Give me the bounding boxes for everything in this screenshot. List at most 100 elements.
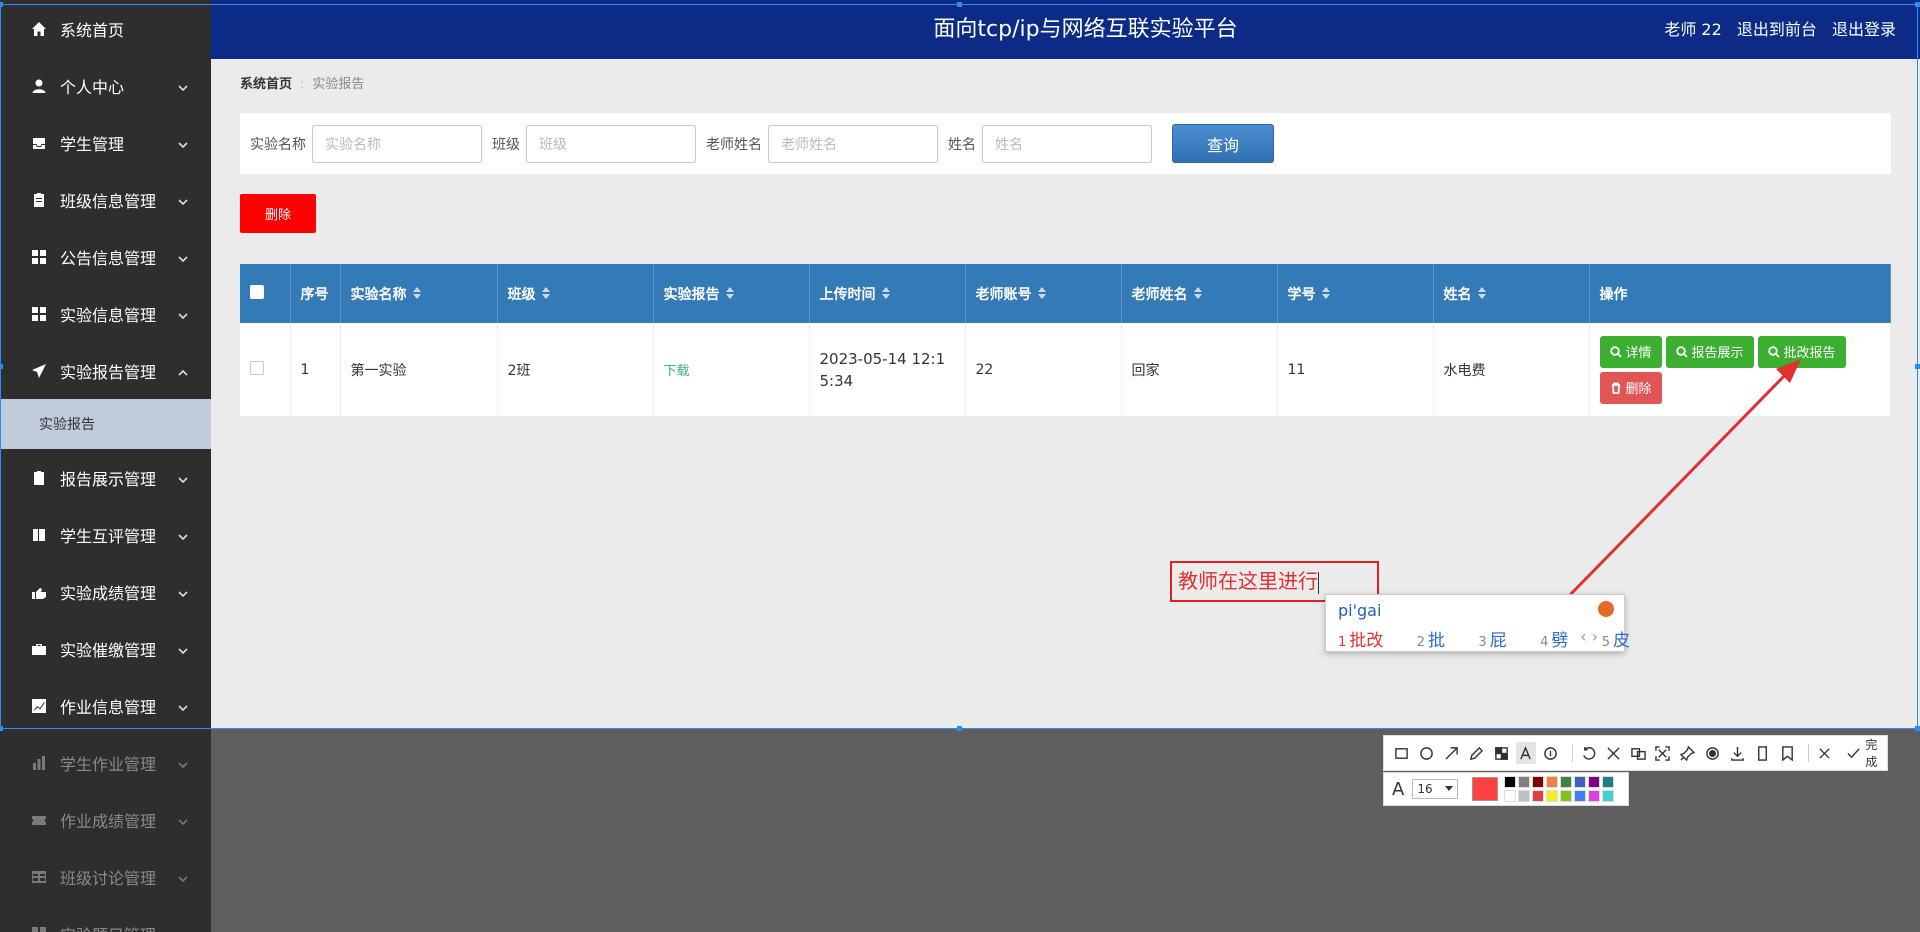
resize-handle[interactable]	[1915, 726, 1920, 731]
mosaic-icon[interactable]	[1491, 742, 1511, 764]
column-header[interactable]: 实验报告	[653, 264, 810, 323]
sort-icon[interactable]	[1477, 286, 1486, 303]
sidebar-subitem-experiment-report[interactable]: 实验报告	[0, 399, 211, 449]
text-icon[interactable]	[1516, 742, 1536, 764]
color-swatch[interactable]	[1518, 790, 1531, 802]
color-swatch[interactable]	[1602, 776, 1615, 788]
column-header[interactable]: 姓名	[1433, 264, 1590, 323]
resize-handle[interactable]	[1915, 364, 1920, 369]
rectangle-icon[interactable]	[1392, 742, 1412, 764]
sort-icon[interactable]	[881, 286, 890, 303]
sort-icon[interactable]	[541, 286, 550, 303]
batch-delete-button[interactable]: 删除	[240, 194, 316, 233]
color-swatch[interactable]	[1546, 790, 1559, 802]
sidebar-item-experiment-reports[interactable]: 实验报告管理	[0, 342, 211, 399]
sidebar-item-report-display[interactable]: 报告展示管理	[0, 449, 211, 506]
save-icon[interactable]	[1727, 742, 1747, 764]
row-delete-button[interactable]: 删除	[1599, 371, 1662, 404]
column-header[interactable]: 老师账号	[965, 264, 1122, 323]
pen-icon[interactable]	[1466, 742, 1486, 764]
ime-page-nav[interactable]: ‹ ›	[1580, 627, 1598, 646]
record-icon[interactable]	[1703, 742, 1723, 764]
sidebar-item-experiment-info[interactable]: 实验信息管理	[0, 285, 211, 342]
resize-handle[interactable]	[0, 2, 3, 7]
color-swatch[interactable]	[1560, 776, 1573, 788]
exit-to-frontend-link[interactable]: 退出到前台	[1737, 20, 1817, 39]
resize-handle[interactable]	[0, 726, 3, 731]
number-icon[interactable]	[1541, 742, 1561, 764]
ime-candidate[interactable]: 4劈	[1540, 631, 1582, 651]
color-swatch[interactable]	[1518, 776, 1531, 788]
resize-handle[interactable]	[1915, 2, 1920, 7]
color-swatch[interactable]	[1574, 790, 1587, 802]
undo-icon[interactable]	[1579, 742, 1599, 764]
ime-candidate[interactable]: 3屁	[1478, 631, 1520, 651]
sort-icon[interactable]	[412, 286, 421, 303]
download-link[interactable]: 下载	[664, 364, 690, 379]
color-swatch[interactable]	[1560, 790, 1573, 802]
ocr-icon[interactable]	[1603, 742, 1623, 764]
color-swatch[interactable]	[1532, 776, 1545, 788]
color-swatch[interactable]	[1532, 790, 1545, 802]
color-swatch[interactable]	[1602, 790, 1615, 802]
ime-candidate[interactable]: 1 批改	[1338, 631, 1397, 651]
sidebar-item-student-homework[interactable]: 学生作业管理	[0, 734, 211, 791]
long-shot-icon[interactable]	[1752, 742, 1772, 764]
ime-candidate[interactable]: 5皮	[1602, 631, 1644, 651]
column-header[interactable]: 班级	[497, 264, 654, 323]
sidebar-item-homework-info[interactable]: 作业信息管理	[0, 677, 211, 734]
color-swatch[interactable]	[1504, 776, 1517, 788]
select-all-header[interactable]	[240, 264, 291, 323]
class-input[interactable]	[526, 124, 696, 163]
row-select-cell[interactable]	[240, 323, 291, 416]
search-button[interactable]: 查询	[1172, 124, 1274, 163]
sort-icon[interactable]	[725, 286, 734, 303]
sidebar-item-personal-center[interactable]: 个人中心	[0, 57, 211, 114]
ime-candidate[interactable]: 2批	[1417, 631, 1459, 651]
color-swatch[interactable]	[1546, 776, 1559, 788]
resize-handle[interactable]	[0, 364, 3, 369]
grade-report-button[interactable]: 批改报告	[1757, 335, 1846, 368]
sidebar-item-grades[interactable]: 实验成绩管理	[0, 563, 211, 620]
sidebar-item-students[interactable]: 学生管理	[0, 114, 211, 171]
sidebar-item-class-discussion[interactable]: 班级讨论管理	[0, 848, 211, 905]
sidebar-item-experiment-topics[interactable]: 实验题目管理	[0, 905, 211, 932]
color-swatch[interactable]	[1504, 790, 1517, 802]
sort-icon[interactable]	[1321, 286, 1330, 303]
arrow-icon[interactable]	[1442, 742, 1462, 764]
sort-icon[interactable]	[1193, 286, 1202, 303]
details-button[interactable]: 详情	[1599, 335, 1662, 368]
experiment-name-input[interactable]	[312, 124, 482, 163]
current-color-swatch[interactable]	[1472, 777, 1499, 801]
report-display-button[interactable]: 报告展示	[1665, 335, 1754, 368]
color-swatch[interactable]	[1588, 790, 1601, 802]
pin-icon[interactable]	[1678, 742, 1698, 764]
close-icon[interactable]	[1815, 742, 1835, 764]
ellipse-icon[interactable]	[1417, 742, 1437, 764]
logout-link[interactable]: 退出登录	[1832, 20, 1896, 39]
row-checkbox[interactable]	[250, 360, 264, 375]
sidebar-item-home[interactable]: 系统首页	[0, 0, 211, 57]
resize-handle[interactable]	[957, 726, 962, 731]
column-header[interactable]: 学号	[1277, 264, 1434, 323]
scan-icon[interactable]	[1653, 742, 1673, 764]
resize-handle[interactable]	[957, 2, 962, 7]
font-size-select[interactable]: 16	[1412, 779, 1459, 799]
select-all-checkbox[interactable]	[250, 284, 264, 299]
translate-icon[interactable]	[1628, 742, 1648, 764]
column-header[interactable]: 老师姓名	[1121, 264, 1278, 323]
bookmark-icon[interactable]	[1777, 742, 1797, 764]
sidebar-item-peer-review[interactable]: 学生互评管理	[0, 506, 211, 563]
color-swatch[interactable]	[1588, 776, 1601, 788]
breadcrumb-home[interactable]: 系统首页	[240, 77, 292, 92]
column-header[interactable]: 上传时间	[809, 264, 966, 323]
color-swatch[interactable]	[1574, 776, 1587, 788]
teacher-name-input[interactable]	[768, 124, 938, 163]
sort-icon[interactable]	[1037, 286, 1046, 303]
student-name-input[interactable]	[982, 124, 1152, 163]
sidebar-item-reminders[interactable]: 实验催缴管理	[0, 620, 211, 677]
sidebar-item-homework-grades[interactable]: 作业成绩管理	[0, 791, 211, 848]
sidebar-item-announcements[interactable]: 公告信息管理	[0, 228, 211, 285]
done-button[interactable]: 完成	[1844, 736, 1887, 770]
sidebar-item-class-info[interactable]: 班级信息管理	[0, 171, 211, 228]
